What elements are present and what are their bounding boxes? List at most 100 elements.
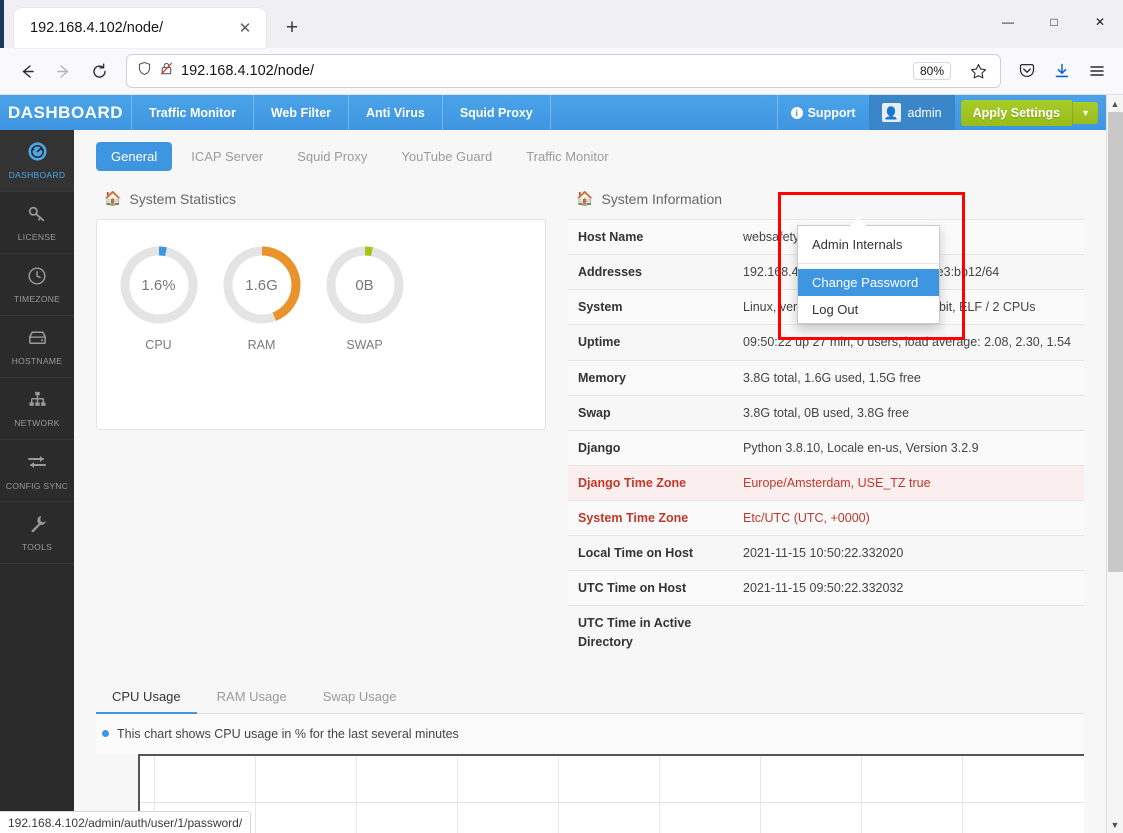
apply-settings-group: Apply Settings ▼ bbox=[955, 95, 1106, 130]
gridline-v bbox=[861, 755, 862, 833]
row-key: Swap bbox=[568, 394, 733, 431]
lock-crossed-icon[interactable] bbox=[159, 61, 174, 81]
nav-anti-virus[interactable]: Anti Virus bbox=[348, 95, 442, 130]
app-bar-right: i Support 👤 admin Apply Settings ▼ bbox=[776, 95, 1106, 130]
sidebar-item-dashboard[interactable]: DASHBOARD bbox=[0, 130, 74, 192]
pocket-icon[interactable] bbox=[1011, 55, 1043, 87]
row-value: 09:50:22 up 27 min, 0 users, load averag… bbox=[733, 324, 1084, 360]
admin-user-button[interactable]: 👤 admin bbox=[868, 95, 955, 130]
system-information-title: System Information bbox=[601, 190, 723, 207]
apply-settings-button[interactable]: Apply Settings bbox=[960, 99, 1073, 126]
cpu-usage-plot: 80 60 40 bbox=[138, 753, 1084, 833]
reload-icon[interactable] bbox=[82, 54, 116, 88]
table-row: Django Python 3.8.10, Locale en-us, Vers… bbox=[568, 429, 1084, 466]
sidebar-item-network[interactable]: NETWORK bbox=[0, 378, 74, 440]
gridline-v bbox=[962, 755, 963, 833]
row-value: Europe/Amsterdam, USE_TZ true bbox=[733, 464, 1084, 501]
clock-icon bbox=[27, 266, 47, 290]
arrow-left-icon[interactable] bbox=[10, 54, 44, 88]
row-key: Addresses bbox=[568, 254, 733, 290]
table-row: Swap 3.8G total, 0B used, 3.8G free bbox=[568, 394, 1084, 431]
star-icon[interactable] bbox=[962, 55, 994, 87]
close-window-button[interactable]: ✕ bbox=[1077, 0, 1123, 44]
close-icon[interactable]: ✕ bbox=[234, 17, 256, 39]
toolbar-right-icons bbox=[1011, 55, 1113, 87]
app-brand[interactable]: DASHBOARD bbox=[0, 95, 131, 130]
shield-icon[interactable] bbox=[137, 61, 152, 81]
scroll-down-icon[interactable]: ▼ bbox=[1107, 816, 1123, 833]
sidebar-label-hostname: HOSTNAME bbox=[11, 356, 63, 366]
usage-chart-section: CPU Usage RAM Usage Swap Usage This char… bbox=[74, 659, 1106, 833]
donut-cpu: 1.6% CPU bbox=[107, 244, 210, 352]
donut-swap: 0B SWAP bbox=[313, 244, 416, 352]
window-controls: — □ ✕ bbox=[985, 0, 1123, 44]
donut-cpu-value: 1.6% bbox=[141, 276, 176, 294]
sidebar-item-tools[interactable]: TOOLS bbox=[0, 502, 74, 564]
arrow-right-icon bbox=[46, 54, 80, 88]
url-bar[interactable]: 192.168.4.102/node/ 80% bbox=[126, 54, 1001, 88]
tab-swap-usage[interactable]: Swap Usage bbox=[307, 681, 413, 714]
sidebar-item-config-sync[interactable]: CONFIG SYNC bbox=[0, 440, 74, 502]
row-value: Etc/UTC (UTC, +0000) bbox=[733, 499, 1084, 536]
sidebar-item-hostname[interactable]: HOSTNAME bbox=[0, 316, 74, 378]
system-statistics-card: 1.6% CPU 1.6G RAM 0B SWAP bbox=[96, 219, 546, 430]
nav-web-filter[interactable]: Web Filter bbox=[252, 95, 348, 130]
donut-ram-value: 1.6G bbox=[245, 276, 278, 294]
tab-youtube-guard[interactable]: YouTube Guard bbox=[386, 142, 507, 171]
table-row: System Time Zone Etc/UTC (UTC, +0000) bbox=[568, 499, 1084, 536]
menu-item-log-out[interactable]: Log Out bbox=[798, 296, 939, 323]
table-row: UTC Time in Active Directory bbox=[568, 605, 1084, 659]
maximize-button[interactable]: □ bbox=[1031, 0, 1077, 44]
dashboard-gauge-icon bbox=[27, 141, 48, 166]
usage-chart-tabs: CPU Usage RAM Usage Swap Usage bbox=[96, 681, 1084, 714]
zoom-level-badge[interactable]: 80% bbox=[912, 62, 951, 80]
user-menu-dropdown: Admin Internals Change Password Log Out bbox=[797, 218, 940, 324]
sidebar-label-license: LICENSE bbox=[17, 231, 57, 242]
download-icon[interactable] bbox=[1046, 55, 1078, 87]
gridline-v bbox=[457, 755, 458, 833]
row-key: Local Time on Host bbox=[568, 535, 733, 571]
hamburger-menu-icon[interactable] bbox=[1081, 55, 1113, 87]
row-key: UTC Time in Active Directory bbox=[568, 605, 733, 659]
sidebar-item-license[interactable]: LICENSE bbox=[0, 192, 74, 254]
usage-chart-note-text: This chart shows CPU usage in % for the … bbox=[117, 726, 459, 741]
scrollbar-thumb[interactable] bbox=[1108, 112, 1123, 572]
row-key: Django Time Zone bbox=[568, 464, 733, 501]
tab-icap-server[interactable]: ICAP Server bbox=[176, 142, 278, 171]
app-top-bar: DASHBOARD Traffic Monitor Web Filter Ant… bbox=[0, 95, 1106, 130]
window-edge-accent bbox=[0, 0, 4, 48]
row-key: UTC Time on Host bbox=[568, 570, 733, 606]
main-content: General ICAP Server Squid Proxy YouTube … bbox=[74, 130, 1106, 833]
table-row: UTC Time on Host 2021-11-15 09:50:22.332… bbox=[568, 570, 1084, 606]
support-button[interactable]: i Support bbox=[776, 95, 869, 130]
row-key: Uptime bbox=[568, 324, 733, 360]
tab-squid-proxy[interactable]: Squid Proxy bbox=[282, 142, 382, 171]
sidebar-item-timezone[interactable]: TIMEZONE bbox=[0, 254, 74, 316]
row-value: 3.8G total, 0B used, 3.8G free bbox=[733, 394, 1084, 431]
minimize-button[interactable]: — bbox=[985, 0, 1031, 44]
browser-toolbar: 192.168.4.102/node/ 80% bbox=[0, 48, 1123, 95]
page-scrollbar[interactable]: ▲ ▼ bbox=[1106, 95, 1123, 833]
tab-traffic-monitor[interactable]: Traffic Monitor bbox=[511, 142, 623, 171]
gridline-80: 80 bbox=[140, 801, 1084, 803]
table-row: Local Time on Host 2021-11-15 10:50:22.3… bbox=[568, 535, 1084, 571]
status-bar: 192.168.4.102/admin/auth/user/1/password… bbox=[0, 811, 252, 833]
gridline-v bbox=[356, 755, 357, 833]
menu-item-admin-internals[interactable]: Admin Internals bbox=[798, 231, 939, 258]
nav-traffic-monitor[interactable]: Traffic Monitor bbox=[131, 95, 253, 130]
menu-item-change-password[interactable]: Change Password bbox=[798, 269, 939, 296]
gridline-v bbox=[558, 755, 559, 833]
gridline-v bbox=[255, 755, 256, 833]
nav-squid-proxy[interactable]: Squid Proxy bbox=[441, 95, 550, 130]
dashboard-panels: 🏠 System Statistics 1.6% CPU 1.6G RAM 0B… bbox=[74, 182, 1106, 659]
tab-general[interactable]: General bbox=[96, 141, 173, 171]
donut-chart-group: 1.6% CPU 1.6G RAM 0B SWAP bbox=[97, 244, 545, 352]
tab-ram-usage[interactable]: RAM Usage bbox=[201, 681, 303, 714]
scroll-up-icon[interactable]: ▲ bbox=[1107, 95, 1123, 112]
browser-tab[interactable]: 192.168.4.102/node/ ✕ bbox=[14, 8, 266, 48]
plus-icon[interactable]: + bbox=[276, 12, 308, 44]
chevron-down-icon[interactable]: ▼ bbox=[1072, 101, 1098, 124]
tab-cpu-usage[interactable]: CPU Usage bbox=[96, 681, 197, 714]
table-row: Uptime 09:50:22 up 27 min, 0 users, load… bbox=[568, 324, 1084, 360]
donut-swap-label: SWAP bbox=[346, 338, 383, 352]
